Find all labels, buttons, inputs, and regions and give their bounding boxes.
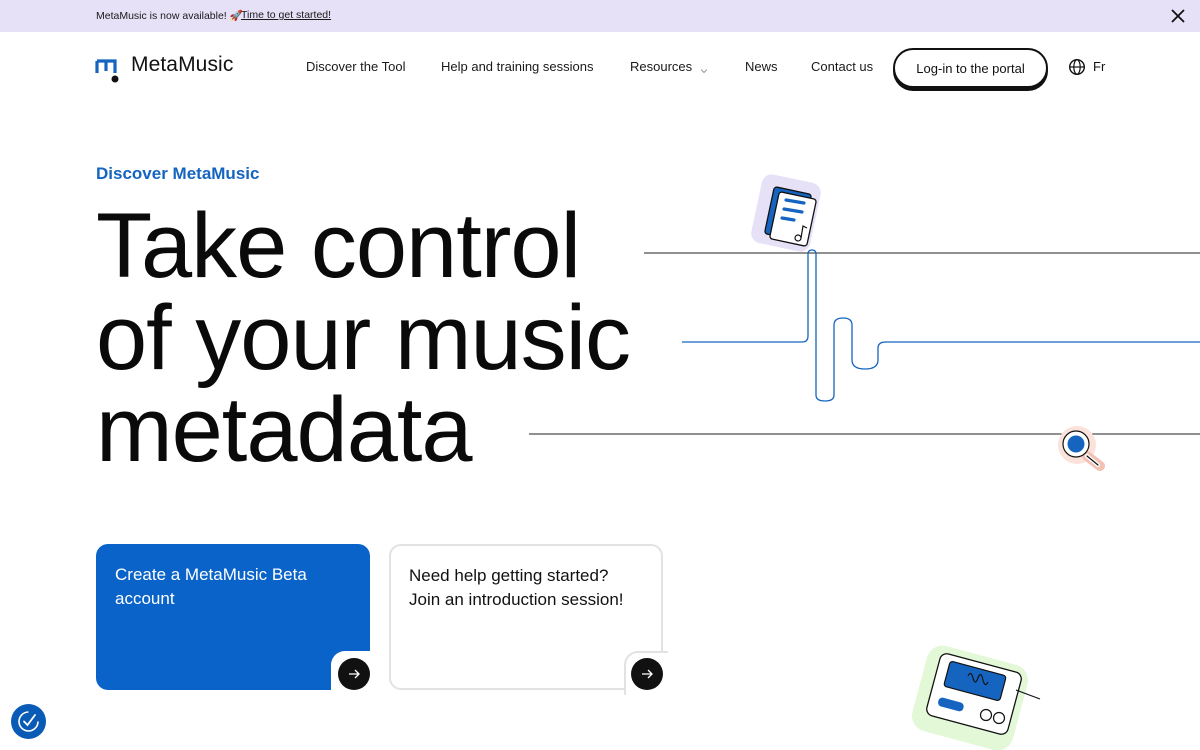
- hero-eyebrow: Discover MetaMusic: [96, 164, 260, 183]
- arrow-right-icon: [642, 669, 653, 679]
- chevron-down-icon[interactable]: [699, 62, 709, 74]
- intro-session-text: Need help getting started? Join an intro…: [409, 566, 624, 609]
- create-account-card[interactable]: Create a MetaMusic Beta account: [96, 544, 370, 690]
- announcement-bar: MetaMusic is now available! 🚀 Time to ge…: [0, 0, 1200, 32]
- announcement-link[interactable]: Time to get started!: [241, 9, 331, 21]
- arrow-right-icon: [349, 669, 360, 679]
- nav-news[interactable]: News: [745, 59, 778, 74]
- logo[interactable]: MetaMusic: [95, 52, 245, 84]
- create-account-arrow-button[interactable]: [338, 658, 370, 690]
- close-icon[interactable]: [1168, 6, 1188, 26]
- intro-session-card[interactable]: Need help getting started? Join an intro…: [389, 544, 663, 690]
- audio-device-icon: [911, 645, 1041, 750]
- create-account-text: Create a MetaMusic Beta account: [115, 565, 307, 608]
- login-portal-button[interactable]: Log-in to the portal: [893, 48, 1048, 88]
- document-icon: [751, 174, 821, 252]
- cookie-settings-icon: [18, 711, 39, 732]
- wave-line: [682, 249, 1200, 402]
- nav-discover-the-tool[interactable]: Discover the Tool: [306, 59, 405, 74]
- nav-contact-us[interactable]: Contact us: [811, 59, 873, 74]
- nav-resources[interactable]: Resources: [630, 59, 692, 74]
- language-switcher[interactable]: Fr: [1068, 58, 1108, 76]
- cookie-settings-button[interactable]: [11, 704, 46, 739]
- nav-help-and-training[interactable]: Help and training sessions: [441, 59, 593, 74]
- logo-mark-icon: [95, 57, 123, 83]
- magnifier-icon: [1058, 426, 1105, 471]
- language-label: Fr: [1093, 59, 1106, 74]
- globe-icon: [1068, 58, 1086, 76]
- hero-illustration: [529, 174, 1200, 471]
- logo-text: MetaMusic: [131, 53, 234, 76]
- intro-session-arrow-button[interactable]: [631, 658, 663, 690]
- announcement-text: MetaMusic is now available! 🚀: [96, 10, 243, 22]
